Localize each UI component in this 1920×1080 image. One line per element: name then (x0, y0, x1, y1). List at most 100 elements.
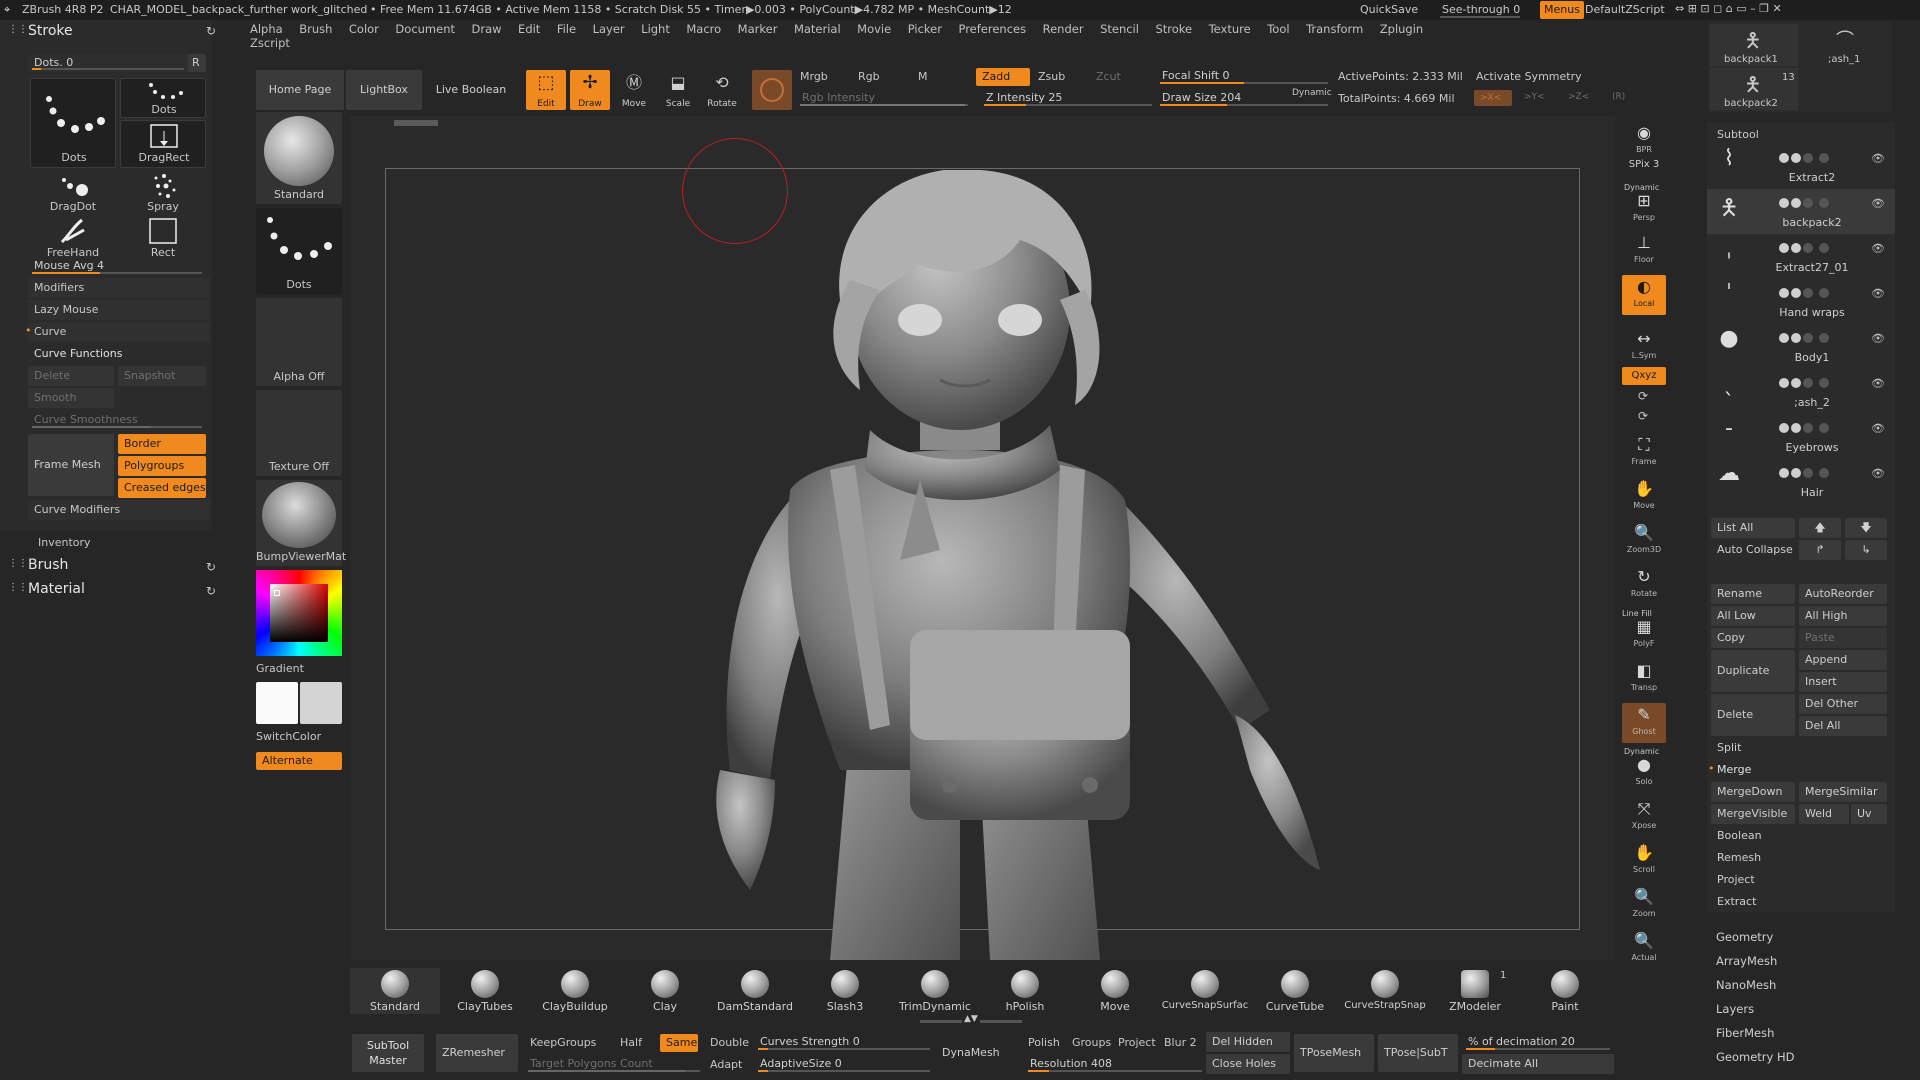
brush-claytubes[interactable]: ClayTubes (440, 968, 530, 1014)
lazy-mouse-menu[interactable]: Lazy Mouse (28, 300, 210, 320)
visibility-eye-icon[interactable]: 👁 (1871, 377, 1885, 390)
visibility-eye-icon[interactable]: 👁 (1871, 287, 1885, 300)
material-swatch-button[interactable] (752, 70, 792, 110)
brush-hpolish[interactable]: hPolish (980, 968, 1070, 1014)
curve-smoothness-slider[interactable]: Curve Smoothness (28, 410, 206, 430)
menu-layer[interactable]: Layer (593, 22, 625, 36)
menu-transform[interactable]: Transform (1306, 22, 1363, 36)
m-button[interactable]: M (918, 70, 928, 83)
subtool-item-body1[interactable]: ● 👁 Body1 (1707, 324, 1895, 369)
mergedown-button[interactable]: MergeDown (1711, 782, 1795, 802)
dots-slider[interactable]: Dots. 0 (28, 54, 188, 72)
lightbox-button[interactable]: LightBox (346, 70, 422, 110)
scroll-button[interactable]: ✋ Scroll (1622, 841, 1666, 881)
character-model[interactable] (580, 170, 1340, 960)
rotate-view-button[interactable]: ↻ Rotate (1622, 565, 1666, 605)
duplicate-button[interactable]: Duplicate (1711, 650, 1795, 692)
visibility-eye-icon[interactable]: 👁 (1871, 332, 1885, 345)
frame-mesh-button[interactable]: Frame Mesh (28, 434, 114, 496)
insert-button[interactable]: Insert (1799, 672, 1887, 692)
resolution-slider[interactable]: Resolution 408 (1024, 1054, 1206, 1074)
brush-damstandard[interactable]: DamStandard (710, 968, 800, 1014)
menu-draw[interactable]: Draw (472, 22, 502, 36)
solo-button[interactable]: ● Solo (1622, 753, 1666, 793)
subtool-item-hand-wraps[interactable]: ˈ 👁 Hand wraps (1707, 279, 1895, 324)
nanomesh-menu[interactable]: NanoMesh (1716, 978, 1776, 992)
tool-thumb-ash1[interactable]: ⌒ ;ash_1 (1800, 24, 1888, 66)
brush-paint[interactable]: Paint (1520, 968, 1610, 1014)
live-boolean-button[interactable]: Live Boolean (426, 70, 516, 110)
persp-button[interactable]: ⊞ Persp (1622, 189, 1666, 229)
spix-slider[interactable]: SPix 3 (1622, 159, 1666, 181)
stroke-picker[interactable]: Dots (256, 208, 342, 294)
menu-tool[interactable]: Tool (1267, 22, 1289, 36)
sym-x-button[interactable]: >X< (1474, 90, 1512, 106)
frame-button[interactable]: ⛶ Frame (1622, 433, 1666, 473)
subtool-master-button[interactable]: SubTool Master (352, 1034, 424, 1072)
move-into-folder-icon[interactable]: ↱ (1799, 540, 1841, 560)
menu-stroke[interactable]: Stroke (1155, 22, 1192, 36)
material-refresh-icon[interactable]: ↻ (206, 584, 216, 598)
visibility-eye-icon[interactable]: 👁 (1871, 242, 1885, 255)
transp-button[interactable]: ◧ Transp (1622, 659, 1666, 699)
subtool-item-extract27[interactable]: ˌ 👁 Extract27_01 (1707, 234, 1895, 279)
visibility-eye-icon[interactable]: 👁 (1871, 197, 1885, 210)
menu-movie[interactable]: Movie (857, 22, 891, 36)
menu-color[interactable]: Color (349, 22, 379, 36)
all-low-button[interactable]: All Low (1711, 606, 1795, 626)
list-all-button[interactable]: List All (1711, 518, 1795, 538)
tool-thumb-backpack2[interactable]: 🯅 13 backpack2 (1710, 68, 1798, 110)
zsub-button[interactable]: Zsub (1038, 70, 1065, 83)
menu-stencil[interactable]: Stencil (1100, 22, 1139, 36)
polyf-button[interactable]: ▦ PolyF (1622, 615, 1666, 655)
menu-document[interactable]: Document (395, 22, 455, 36)
move-down-arrow-icon[interactable]: 🡇 (1845, 518, 1887, 538)
brush-refresh-icon[interactable]: ↻ (206, 560, 216, 574)
xyz-button[interactable]: Qxyz (1622, 367, 1666, 385)
refresh-icon[interactable]: ↻ (206, 24, 216, 38)
curve-functions-menu[interactable]: Curve Functions (28, 344, 210, 364)
focal-shift-slider[interactable]: Focal Shift 0 (1156, 66, 1332, 86)
layers-menu[interactable]: Layers (1716, 1002, 1754, 1016)
double-button[interactable]: Double (710, 1036, 749, 1049)
menus-button[interactable]: Menus (1540, 1, 1584, 19)
scale-mode-button[interactable]: ⬓ Scale (658, 70, 698, 110)
brush-curvetube[interactable]: CurveTube (1250, 968, 1340, 1014)
lsym-button[interactable]: ↔ L.Sym (1622, 327, 1666, 367)
mrgb-button[interactable]: Mrgb (800, 70, 828, 83)
gradient-label[interactable]: Gradient (256, 662, 342, 675)
creased-edges-button[interactable]: Creased edges (118, 478, 206, 498)
material-palette-title[interactable]: Material (28, 581, 85, 597)
mergesimilar-button[interactable]: MergeSimilar (1799, 782, 1887, 802)
menu-zplugin[interactable]: Zplugin (1380, 22, 1423, 36)
visibility-eye-icon[interactable]: 👁 (1871, 152, 1885, 165)
close-holes-button[interactable]: Close Holes (1206, 1054, 1290, 1074)
subtool-item-ash2[interactable]: ˎ 👁 ;ash_2 (1707, 369, 1895, 414)
stroke-dragrect-tile[interactable]: DragRect (120, 120, 206, 168)
visibility-eye-icon[interactable]: 👁 (1871, 422, 1885, 435)
brush-clay[interactable]: Clay (620, 968, 710, 1014)
dynamic-toggle[interactable]: Dynamic (1292, 88, 1332, 98)
decimate-all-button[interactable]: Decimate All (1462, 1054, 1614, 1074)
stroke-title[interactable]: Stroke (28, 23, 73, 39)
uv-button[interactable]: Uv (1851, 804, 1887, 824)
window-controls-icon[interactable]: ⇔ ⊞ ⊡ ◻ ⌂ ▭ – ❐ ✕ (1675, 2, 1782, 15)
adaptive-size-slider[interactable]: AdaptiveSize 0 (754, 1054, 934, 1074)
rotate-axis2-icon[interactable]: ⟳ (1638, 409, 1648, 423)
append-button[interactable]: Append (1799, 650, 1887, 670)
menu-texture[interactable]: Texture (1209, 22, 1251, 36)
move-mode-button[interactable]: Ⓜ Move (614, 70, 654, 110)
all-high-button[interactable]: All High (1799, 606, 1887, 626)
mergevisible-button[interactable]: MergeVisible (1711, 804, 1795, 824)
curve-modifiers-menu[interactable]: Curve Modifiers (28, 500, 210, 520)
merge-menu[interactable]: Merge (1711, 760, 1887, 780)
rename-button[interactable]: Rename (1711, 584, 1795, 604)
viewport-scroll-thumb[interactable] (394, 120, 438, 126)
stroke-dots-small-tile[interactable]: Dots (120, 78, 206, 118)
activate-symmetry-button[interactable]: Activate Symmetry (1476, 70, 1582, 83)
sym-z-button[interactable]: >Z< (1568, 92, 1589, 102)
brush-standard[interactable]: Standard (350, 968, 440, 1014)
main-color-swatch[interactable] (256, 682, 298, 724)
zremesher-button[interactable]: ZRemesher (436, 1034, 518, 1072)
move-out-folder-icon[interactable]: ↳ (1845, 540, 1887, 560)
